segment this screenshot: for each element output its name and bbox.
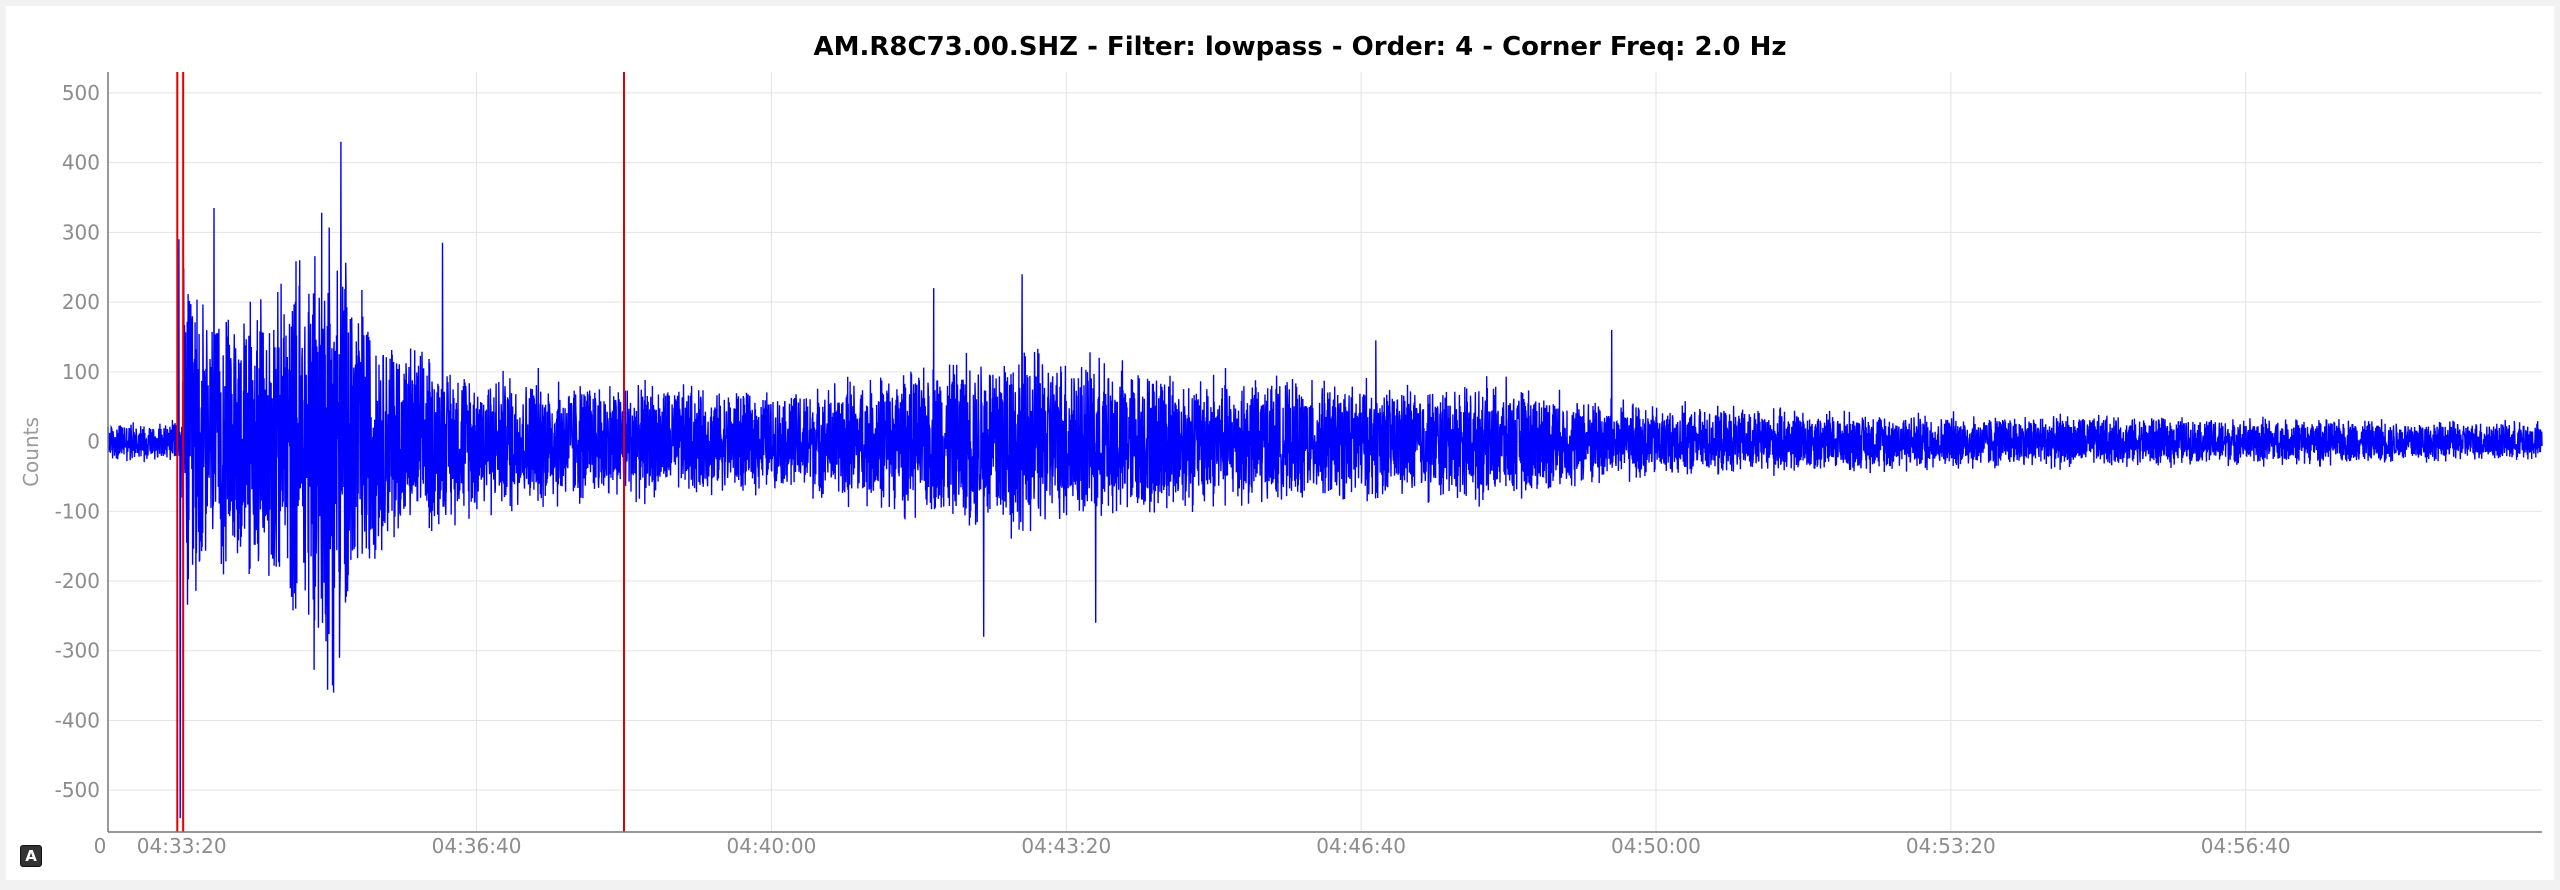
series-layer: [107, 141, 2543, 819]
x-tick-label: 04:36:40: [432, 834, 522, 858]
x-tick-label: 04:50:00: [1611, 834, 1701, 858]
y-tick-label: 100: [62, 360, 100, 384]
y-tick-label: 300: [62, 220, 100, 244]
y-tick-label: 200: [62, 290, 100, 314]
y-tick-label: 0: [87, 430, 100, 454]
y-tick-label: -100: [55, 499, 100, 523]
x-tick-label: 04:43:20: [1021, 834, 1111, 858]
annotation-badge[interactable]: A: [20, 845, 42, 867]
y-axis-label: Counts: [19, 417, 43, 487]
y-tick-label: 500: [62, 81, 100, 105]
seismogram-chart: 500 400 300 200 100 0 -100 -200 -300 -400 -500 04:3…: [19, 32, 2543, 858]
x-tick-label: 04:56:40: [2201, 834, 2291, 858]
x-tick-label: 04:40:00: [727, 834, 817, 858]
y-tick-label: 400: [62, 151, 100, 175]
x-origin-tick-label: 0: [94, 834, 107, 858]
series-line: [107, 141, 2543, 819]
x-tick-label: 04:46:40: [1316, 834, 1406, 858]
x-tick-label: 04:53:20: [1906, 834, 1996, 858]
y-tick-label: -500: [55, 778, 100, 802]
chart-title: AM.R8C73.00.SHZ - Filter: lowpass - Orde…: [814, 32, 1787, 62]
y-tick-label: -300: [55, 639, 100, 663]
x-tick-label: 04:33:20: [137, 834, 227, 858]
y-tick-label: -400: [55, 708, 100, 732]
y-tick-label: -200: [55, 569, 100, 593]
